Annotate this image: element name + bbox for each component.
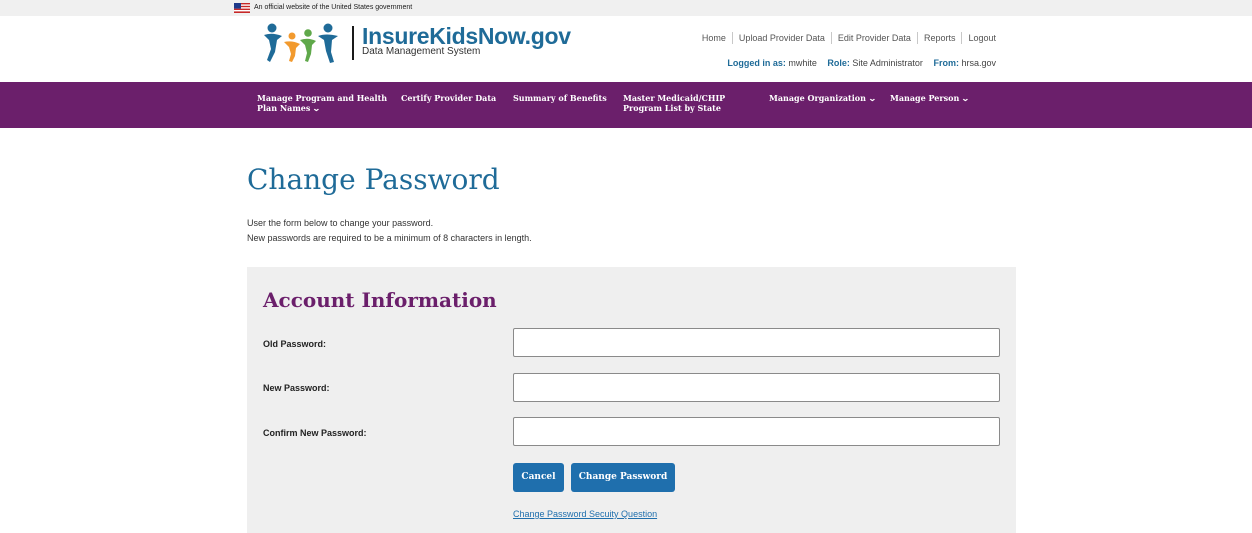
- new-password-label: New Password:: [263, 383, 330, 393]
- nav-certify-provider-data[interactable]: Certify Provider Data: [401, 93, 496, 103]
- old-password-label: Old Password:: [263, 339, 327, 349]
- nav-summary-of-benefits[interactable]: Summary of Benefits: [513, 93, 607, 103]
- chevron-down-icon: ⌄: [961, 93, 970, 103]
- change-security-question-link[interactable]: Change Password Secuity Question: [513, 508, 657, 520]
- intro-line-2: New passwords are required to be a minim…: [247, 233, 532, 243]
- intro-line-1: User the form below to change your passw…: [247, 218, 434, 228]
- logo-divider: [352, 26, 354, 60]
- nav-manage-person-label: Manage Person: [890, 93, 960, 103]
- nav-master-line1: Master Medicaid/CHIP: [623, 93, 726, 103]
- nav-manage-program[interactable]: Manage Program and Health Plan Names ⌄: [257, 93, 387, 113]
- from-label: From:: [933, 58, 959, 68]
- family-logo-icon[interactable]: [262, 22, 347, 64]
- nav-manage-program-line2: Plan Names: [257, 103, 311, 113]
- from-value: hrsa.gov: [961, 58, 996, 68]
- upload-provider-data-link[interactable]: Upload Provider Data: [731, 32, 831, 44]
- logged-in-user: mwhite: [788, 58, 817, 68]
- edit-provider-data-link[interactable]: Edit Provider Data: [830, 32, 917, 44]
- nav-master-program-list[interactable]: Master Medicaid/CHIP Program List by Sta…: [623, 93, 725, 113]
- us-flag-icon: [234, 3, 250, 13]
- nav-summary-label: Summary of Benefits: [513, 93, 607, 103]
- nav-manage-program-line1: Manage Program and Health: [257, 93, 388, 103]
- nav-manage-organization[interactable]: Manage Organization ⌄: [769, 93, 877, 103]
- confirm-password-input[interactable]: [513, 417, 1000, 446]
- main-nav: Manage Program and Health Plan Names ⌄ Ce…: [0, 82, 1252, 128]
- page-title: Change Password: [247, 163, 500, 196]
- utility-nav: Home Upload Provider Data Edit Provider …: [702, 32, 996, 44]
- account-information-panel: Account Information Old Password: New Pa…: [247, 267, 1016, 533]
- home-link[interactable]: Home: [702, 32, 732, 44]
- site-name[interactable]: InsureKidsNow.gov: [362, 24, 571, 48]
- login-info: Logged in as: mwhite Role: Site Administ…: [727, 57, 996, 69]
- intro-text: User the form below to change your passw…: [247, 216, 532, 246]
- gov-banner-text: An official website of the United States…: [254, 4, 413, 11]
- nav-master-line2: Program List by State: [623, 103, 721, 113]
- nav-certify-label: Certify Provider Data: [401, 93, 497, 103]
- chevron-down-icon: ⌄: [312, 103, 322, 113]
- confirm-password-label: Confirm New Password:: [263, 428, 367, 438]
- logout-link[interactable]: Logout: [961, 32, 996, 44]
- nav-manage-person[interactable]: Manage Person ⌄: [890, 93, 970, 103]
- logged-in-label: Logged in as:: [727, 58, 786, 68]
- site-subtitle: Data Management System: [362, 46, 481, 57]
- old-password-input[interactable]: [513, 328, 1000, 357]
- role-value: Site Administrator: [852, 58, 923, 68]
- section-title: Account Information: [263, 288, 497, 312]
- nav-manage-org-label: Manage Organization: [769, 93, 866, 103]
- change-password-button[interactable]: Change Password: [571, 463, 675, 492]
- reports-link[interactable]: Reports: [916, 32, 962, 44]
- chevron-down-icon: ⌄: [867, 93, 877, 103]
- role-label: Role:: [827, 58, 850, 68]
- cancel-button[interactable]: Cancel: [513, 463, 564, 492]
- new-password-input[interactable]: [513, 373, 1000, 402]
- gov-banner: An official website of the United States…: [0, 0, 1252, 16]
